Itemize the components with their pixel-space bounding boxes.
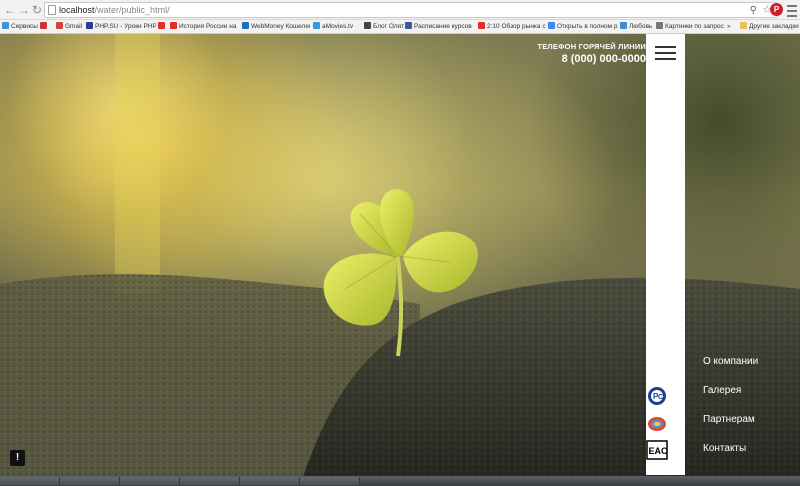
bookmark-favicon-icon [242, 22, 249, 29]
bookmark-item[interactable]: Любовь [620, 22, 654, 32]
address-bar[interactable]: localhost/water/public_html/ ⚲ ☆ [44, 2, 778, 18]
nav-item-contacts[interactable]: Контакты [703, 443, 746, 455]
bookmark-favicon-icon [170, 22, 177, 29]
bookmark-favicon-icon [40, 22, 47, 29]
bookmark-favicon-icon [405, 22, 412, 29]
bookmark-label: Любовь [629, 23, 653, 30]
bookmark-item[interactable] [158, 22, 168, 32]
bookmark-label: Расписание курсов [414, 23, 472, 30]
quality-mark-icon [648, 417, 666, 431]
bookmark-label: Другие закладки [749, 23, 799, 30]
back-icon[interactable]: ← [3, 3, 17, 17]
alert-button[interactable]: ! [10, 450, 25, 466]
browser-toolbar: ← → ↻ localhost/water/public_html/ ⚲ ☆ P [0, 0, 800, 20]
taskbar-item[interactable] [120, 477, 180, 485]
pinterest-icon[interactable]: P [770, 3, 783, 16]
hero-section: ТЕЛЕФОН ГОРЯЧЕЙ ЛИНИИ 8 (000) 000-0000 P… [0, 34, 800, 486]
bookmark-item[interactable]: История России на [170, 22, 240, 32]
nav-item-partners[interactable]: Партнерам [703, 414, 755, 426]
bookmark-item[interactable]: Картинки по запрос [656, 22, 724, 32]
bookmark-favicon-icon [740, 22, 747, 29]
eac-certification-icon: EAC [646, 440, 668, 460]
taskbar-item[interactable] [240, 477, 300, 485]
address-url: localhost/water/public_html/ [59, 5, 170, 15]
bookmark-favicon-icon [620, 22, 627, 29]
bookmark-favicon-icon [548, 22, 555, 29]
bookmark-label: aMovies.tv [322, 23, 354, 30]
bookmark-label: Открыть в полном р [557, 23, 618, 30]
bookmark-favicon-icon [313, 22, 320, 29]
bookmark-favicon-icon [656, 22, 663, 29]
bookmark-item[interactable]: 2:10 Обзор рынка сп [478, 22, 546, 32]
hotline-label: ТЕЛЕФОН ГОРЯЧЕЙ ЛИНИИ [537, 42, 646, 51]
bookmark-favicon-icon [86, 22, 93, 29]
bookmark-favicon-icon [2, 22, 9, 29]
taskbar-item[interactable] [60, 477, 120, 485]
bookmark-label: » [727, 23, 731, 30]
bookmark-item[interactable]: Сервисы [2, 22, 38, 32]
hamburger-menu-icon[interactable] [655, 46, 676, 60]
bookmark-item[interactable]: Открыть в полном р [548, 22, 618, 32]
svg-text:EAC: EAC [649, 446, 669, 456]
bookmark-label: WebMoney Кошелек [251, 23, 310, 30]
bookmark-favicon-icon [364, 22, 371, 29]
side-panel: P C EAC [646, 34, 685, 475]
taskbar-item[interactable] [300, 477, 360, 485]
bookmark-label: 2:10 Обзор рынка сп [487, 23, 546, 30]
svg-text:C: C [658, 394, 663, 401]
forward-icon[interactable]: → [17, 3, 31, 17]
taskbar-item[interactable] [0, 477, 60, 485]
taskbar-item[interactable] [180, 477, 240, 485]
bookmark-favicon-icon [478, 22, 485, 29]
bookmark-item[interactable]: aMovies.tv [313, 22, 363, 32]
bookmark-item[interactable]: PHP.SU - Уроки PHP [86, 22, 156, 32]
bookmark-item[interactable]: Gmail [56, 22, 84, 32]
bookmark-item[interactable]: » [727, 22, 737, 32]
bookmark-item[interactable]: Блог Олятки [364, 22, 404, 32]
hotline-phone[interactable]: 8 (000) 000-0000 [537, 52, 646, 66]
nav-item-gallery[interactable]: Галерея [703, 385, 741, 397]
bookmark-label: Картинки по запрос [665, 23, 724, 30]
zoom-icon[interactable]: ⚲ [750, 4, 757, 17]
page-icon [48, 5, 56, 15]
bookmark-label: Gmail [65, 23, 82, 30]
bookmark-label: История России на [179, 23, 237, 30]
bookmark-favicon-icon [158, 22, 165, 29]
bookmark-label: PHP.SU - Уроки PHP [95, 23, 156, 30]
bookmark-label: Блог Олятки [373, 23, 404, 30]
bookmark-item[interactable]: Другие закладки [740, 22, 800, 32]
bookmark-item[interactable]: Расписание курсов [405, 22, 475, 32]
bookmarks-bar: Сервисы Gmail PHP.SU - Уроки PHP История Ро… [0, 20, 800, 34]
hotline-block: ТЕЛЕФОН ГОРЯЧЕЙ ЛИНИИ 8 (000) 000-0000 [537, 42, 646, 66]
nav-item-about[interactable]: О компании [703, 356, 758, 368]
browser-menu-icon[interactable] [787, 2, 797, 18]
bookmark-favicon-icon [56, 22, 63, 29]
reload-icon[interactable]: ↻ [30, 3, 44, 17]
bookmark-item[interactable]: WebMoney Кошелек [242, 22, 310, 32]
bookmark-item[interactable] [40, 22, 54, 32]
os-taskbar [0, 476, 800, 486]
rst-certification-icon: P C [648, 387, 666, 405]
bookmark-label: Сервисы [11, 23, 38, 30]
